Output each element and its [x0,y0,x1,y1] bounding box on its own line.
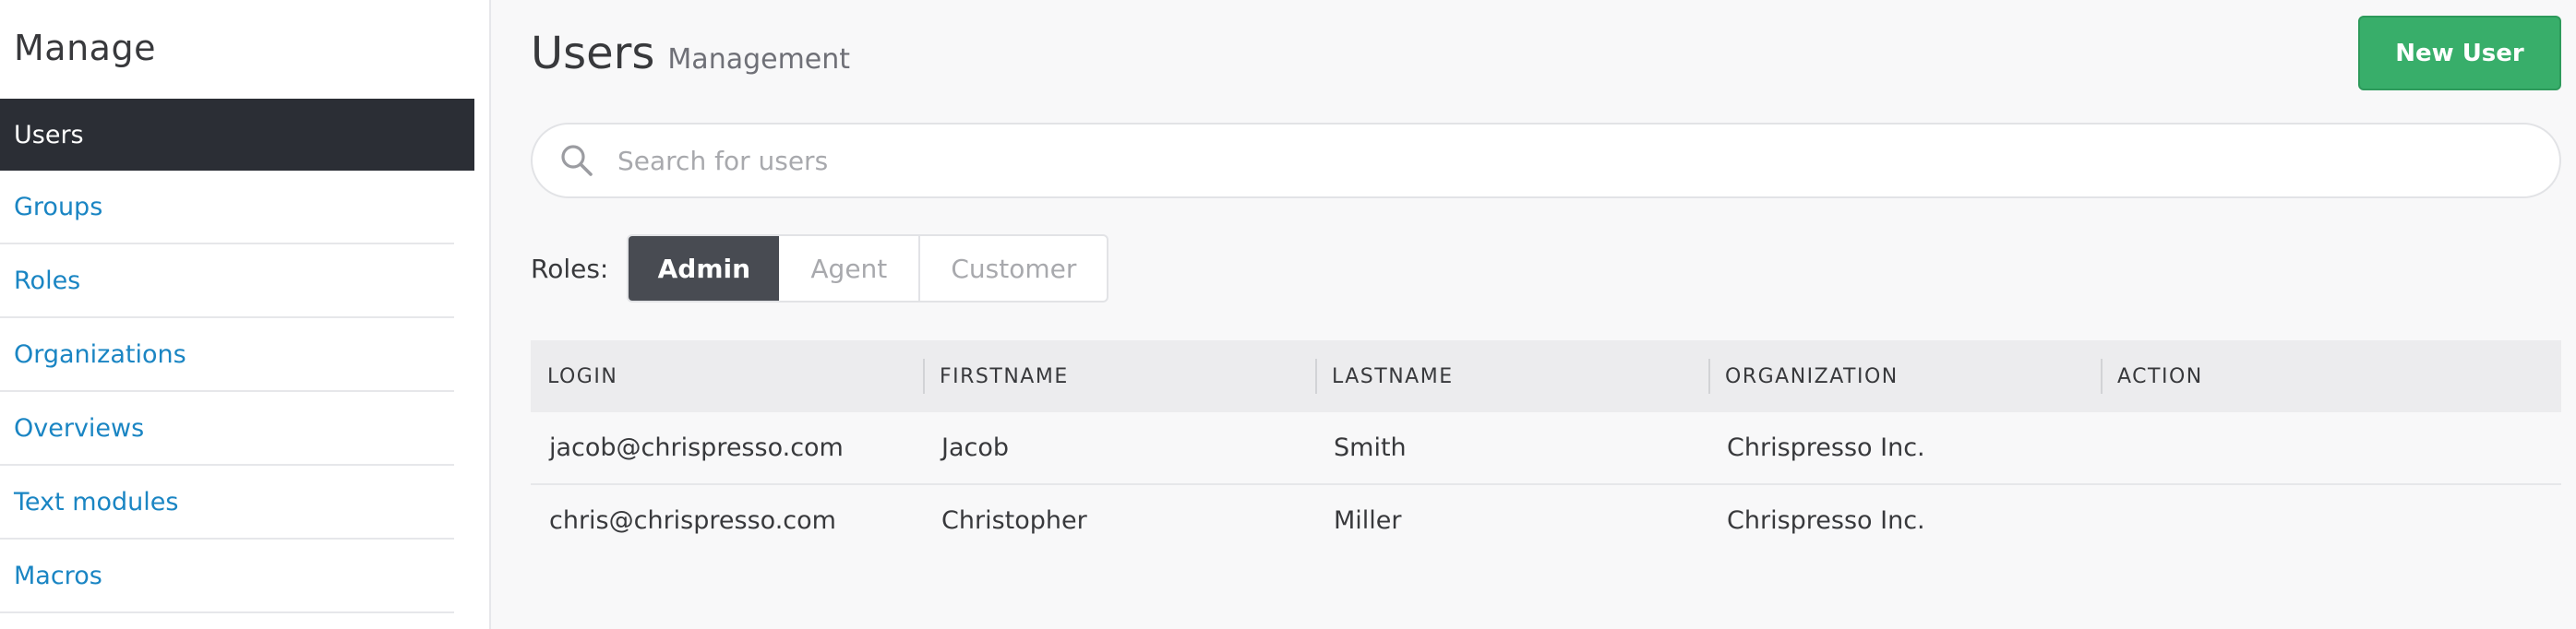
cell-organization: Chrispresso Inc. [1727,506,1925,535]
column-header-login[interactable]: LOGIN [531,340,923,412]
roles-filter: Roles: Admin Agent Customer [531,234,1109,303]
cell-action [2101,484,2561,556]
column-header-organization[interactable]: ORGANIZATION [1708,340,2101,412]
cell-lastname: Miller [1334,506,1402,535]
sidebar-title: Manage [14,28,156,68]
search-box[interactable] [531,123,2561,198]
sidebar: Manage Users Groups Roles Organizations … [0,0,491,629]
table-header-row: LOGIN FIRSTNAME LASTNAME ORGANIZATION AC… [531,340,2561,412]
sidebar-item-roles[interactable]: Roles [0,244,454,318]
table-row[interactable]: chris@chrispresso.com Christopher Miller… [531,484,2561,556]
role-customer-button[interactable]: Customer [920,236,1107,301]
table-row[interactable]: jacob@chrispresso.com Jacob Smith Chrisp… [531,412,2561,484]
roles-button-group: Admin Agent Customer [627,234,1109,303]
cell-lastname: Smith [1334,433,1407,462]
page-subtitle: Management [667,43,851,76]
users-table: LOGIN FIRSTNAME LASTNAME ORGANIZATION AC… [531,340,2561,556]
cell-organization: Chrispresso Inc. [1727,433,1925,462]
cell-action [2101,412,2561,484]
sidebar-item-overviews[interactable]: Overviews [0,392,454,466]
sidebar-item-text-modules[interactable]: Text modules [0,466,454,540]
roles-label: Roles: [531,253,609,284]
app-window: Manage Users Groups Roles Organizations … [0,0,2576,629]
sidebar-item-organizations[interactable]: Organizations [0,318,454,392]
new-user-button[interactable]: New User [2358,16,2561,90]
column-header-firstname[interactable]: FIRSTNAME [923,340,1315,412]
sidebar-item-groups[interactable]: Groups [0,171,454,244]
page-title: Users [531,28,655,79]
cell-login[interactable]: jacob@chrispresso.com [531,412,923,484]
role-admin-button[interactable]: Admin [629,236,780,301]
search-input[interactable] [616,132,2559,189]
search-icon [561,145,593,176]
cell-firstname: Jacob [941,433,1010,462]
page-header: Users Management [531,28,850,79]
column-header-lastname[interactable]: LASTNAME [1315,340,1708,412]
cell-firstname: Christopher [941,506,1087,535]
cell-login[interactable]: chris@chrispresso.com [531,484,923,556]
sidebar-nav: Users Groups Roles Organizations Overvie… [0,99,474,613]
role-agent-button[interactable]: Agent [779,236,921,301]
sidebar-item-macros[interactable]: Macros [0,540,454,613]
column-header-action: ACTION [2101,340,2561,412]
sidebar-item-users[interactable]: Users [0,99,474,171]
main-content: Users Management New User Roles: Admin A… [491,0,2576,629]
